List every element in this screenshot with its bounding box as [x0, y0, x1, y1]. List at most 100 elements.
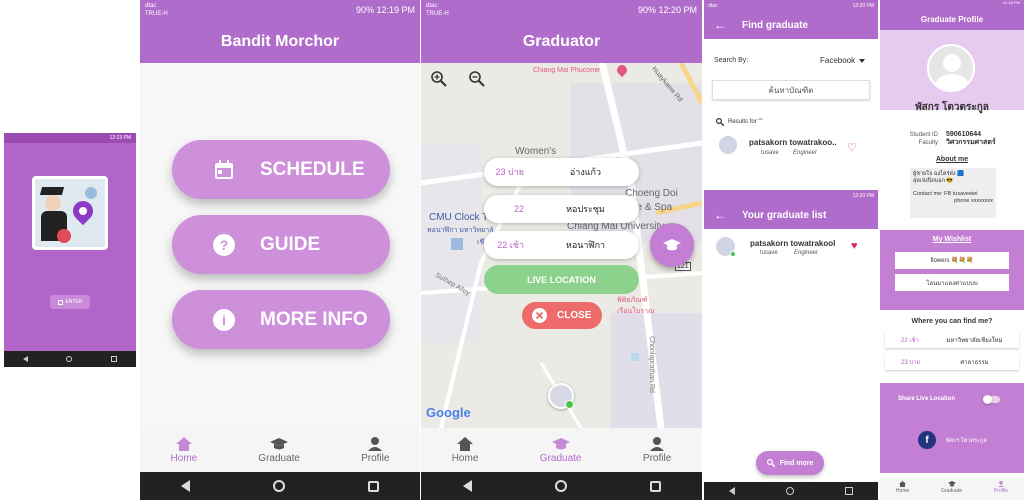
recents-icon[interactable]	[844, 487, 853, 495]
facebook-icon[interactable]: f	[918, 431, 936, 449]
heart-outline-icon[interactable]: ♡	[847, 141, 857, 154]
enter-button[interactable]: ENTER	[50, 295, 90, 309]
search-input[interactable]: ค้นหาบัณฑิต	[712, 80, 870, 100]
zoom-out-button[interactable]	[469, 71, 485, 87]
faculty: วิศวกรรมศาสตร์	[946, 139, 996, 146]
splash-screen: 12:23 PM ENTER	[4, 133, 136, 367]
schedule-pill[interactable]: 23 บ่าย อ่างแก้ว	[484, 158, 639, 186]
schedule-button[interactable]: SCHEDULE	[172, 140, 390, 199]
wishlist-item[interactable]: โอนมาแลงค่าแบบบ	[895, 274, 1009, 291]
profile-avatar	[927, 44, 975, 92]
pill-place: หอนาฬิกา	[565, 240, 606, 250]
header: dtac TRUE-H 90% 12:19 PM Bandit Morchor	[140, 0, 420, 63]
page-title: Graduator	[522, 33, 601, 50]
guide-button[interactable]: ? GUIDE	[172, 215, 390, 274]
status-time: 12:20 PM	[852, 192, 874, 199]
tab-graduate[interactable]: Graduate	[941, 478, 962, 500]
status-bar: 12:23 PM	[4, 133, 136, 143]
tab-home-label: Home	[895, 488, 910, 494]
about-title: About me	[935, 156, 969, 163]
status-bar: 12:20 PM	[704, 190, 878, 201]
tab-home[interactable]: Home	[171, 436, 197, 464]
tab-profile[interactable]: Profile	[643, 436, 671, 464]
share-label: Share Live Location	[898, 396, 956, 402]
faculty-label: Faculty	[918, 140, 938, 146]
carrier2: TRUE-H	[426, 10, 449, 17]
find-more-button[interactable]: Find more	[756, 451, 824, 475]
schedule-label: SCHEDULE	[260, 158, 365, 180]
bottom-tabbar: Home Graduate Profile	[880, 478, 1024, 500]
page-title: Your graduate list	[742, 209, 827, 221]
status-time: 12:20 PM	[852, 2, 874, 9]
zoom-in-button[interactable]	[431, 71, 447, 87]
result-role: Engineer	[793, 150, 818, 156]
search-by-select[interactable]: Facebook	[820, 56, 866, 65]
more-info-button[interactable]: i MORE INFO	[172, 290, 390, 349]
map-label: Chiang Mai Phucome	[533, 67, 600, 74]
enter-label: ENTER	[65, 299, 83, 305]
back-icon[interactable]	[181, 480, 191, 492]
recents-icon[interactable]	[649, 480, 661, 492]
recents-icon[interactable]	[367, 480, 379, 492]
result-name: patsakorn towatrakoo..	[749, 138, 837, 147]
schedule-pill[interactable]: 22 เช้า หอนาฬิกา	[484, 231, 639, 259]
list-item-name: patsakorn towatrakool	[750, 239, 836, 248]
graduate-fab[interactable]	[650, 223, 694, 267]
about-line: Contact me: FB tusaveeiei	[913, 191, 978, 197]
where-row[interactable]: 23 บ่าย ศาลาธรรม	[885, 353, 1019, 370]
where-row[interactable]: 22 เช้า มหาวิทยาลัยเชียงใหม่	[885, 331, 1019, 348]
profile-name: พัสกร โตวตระกูล	[915, 102, 989, 113]
graduation-cap-icon	[947, 481, 956, 487]
graduate-list-item[interactable]: patsakorn towatrakool tusave Engineer ♥	[716, 237, 871, 261]
share-toggle[interactable]	[983, 394, 1000, 404]
map-label: พิพิธภัณฑ์	[617, 297, 648, 304]
home-circle-icon[interactable]	[272, 480, 285, 492]
nav-bar	[704, 482, 878, 500]
info-icon: i	[212, 308, 236, 332]
wishlist-item[interactable]: flowers 💐💐💐	[895, 252, 1009, 269]
calendar-icon	[212, 158, 236, 182]
tab-graduate[interactable]: Graduate	[540, 437, 582, 464]
zoom-in-icon	[431, 71, 447, 87]
online-dot	[730, 251, 736, 257]
status-bar: dtac TRUE-H 90% 12:20 PM	[421, 0, 702, 19]
page-title: Graduate Profile	[920, 15, 984, 24]
schedule-pill[interactable]: 22 หอประชุม	[484, 195, 639, 223]
back-arrow-icon[interactable]: ←	[714, 208, 726, 222]
back-icon[interactable]	[462, 480, 472, 492]
home-circle-icon[interactable]	[66, 356, 73, 362]
person-icon	[997, 481, 1004, 487]
back-icon[interactable]	[23, 356, 29, 362]
heart-filled-icon[interactable]: ♥	[851, 240, 858, 252]
home-screen: dtac TRUE-H 90% 12:19 PM Bandit Morchor S…	[140, 0, 420, 500]
home-icon	[175, 436, 192, 451]
dropdown-icon	[859, 58, 866, 63]
user-avatar-marker[interactable]	[548, 383, 574, 409]
carrier: dtac	[708, 2, 718, 9]
bottom-tabbar: Home Graduate Profile	[421, 428, 702, 472]
tab-graduate[interactable]: Graduate	[258, 437, 300, 464]
back-arrow-icon[interactable]: ←	[714, 18, 726, 32]
about-line: ผู้ชายใจ ฉงไคร่ส่ง 🟦	[913, 171, 964, 177]
tab-home[interactable]: Home	[896, 478, 909, 500]
svg-text:i: i	[222, 312, 226, 328]
close-label: CLOSE	[557, 310, 592, 321]
back-icon[interactable]	[729, 487, 736, 495]
find-graduate-screen: ← Find graduate dtac 12:20 PM Search By: F…	[704, 0, 878, 500]
pill-time: 23 บ่าย	[495, 167, 524, 177]
tab-profile-label: Profile	[361, 452, 390, 464]
live-location-button[interactable]: LIVE LOCATION	[484, 265, 639, 294]
result-item[interactable]: patsakorn towatrakoo.. tusave Engineer ♡	[719, 136, 869, 160]
close-icon	[532, 308, 547, 323]
pill-time: 22	[513, 204, 524, 214]
recents-icon[interactable]	[110, 356, 117, 362]
home-circle-icon[interactable]	[785, 487, 794, 495]
close-button[interactable]: CLOSE	[522, 302, 602, 329]
home-circle-icon[interactable]	[554, 480, 567, 492]
tab-profile[interactable]: Profile	[361, 436, 390, 464]
header: dtac TRUE-H 90% 12:20 PM Graduator	[421, 0, 702, 63]
where-title: Where you can find me?	[911, 318, 993, 325]
tab-profile[interactable]: Profile	[994, 478, 1008, 500]
page-title: Bandit Morchor	[220, 33, 340, 50]
tab-home[interactable]: Home	[452, 436, 478, 464]
